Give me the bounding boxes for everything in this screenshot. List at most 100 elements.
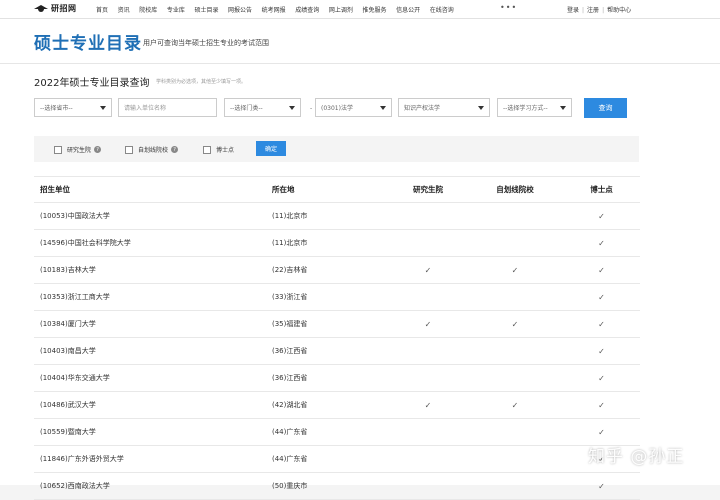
self-line-cell bbox=[485, 473, 545, 499]
nav-link-adjustment[interactable]: 网上调剂 bbox=[329, 5, 353, 14]
self-line-cell bbox=[485, 446, 545, 472]
page-header: 硕士专业目录 用户可查询当年硕士招生专业的考试范围 bbox=[0, 19, 720, 64]
search-button[interactable]: 查询 bbox=[584, 98, 627, 118]
nav-link-catalog[interactable]: 硕士目录 bbox=[194, 5, 218, 14]
table-row: (10403)南昌大学 (36)江西省 ✓ bbox=[34, 338, 640, 365]
category-select[interactable]: --选择门类-- bbox=[224, 98, 301, 117]
help-icon[interactable]: ? bbox=[171, 146, 179, 153]
chevron-down-icon bbox=[289, 105, 295, 110]
checkbox-box[interactable] bbox=[54, 145, 62, 154]
doctoral-checkbox[interactable]: 博士点 bbox=[203, 145, 234, 154]
checkbox-box[interactable] bbox=[125, 145, 133, 154]
chevron-down-icon bbox=[380, 105, 386, 110]
help-icon[interactable]: ? bbox=[94, 146, 102, 153]
graduate-school-cell bbox=[398, 419, 458, 445]
nav-link-recommendation[interactable]: 推免服务 bbox=[362, 5, 386, 14]
check-icon: ✓ bbox=[598, 346, 605, 356]
nav-link-majors[interactable]: 专业库 bbox=[167, 5, 185, 14]
site-logo[interactable]: 研招网 bbox=[34, 3, 77, 14]
confirm-button[interactable]: 确定 bbox=[256, 141, 286, 156]
main-content: 2022年硕士专业目录查询 学科类别为必选项，其他至少填写一项。 --选择省市-… bbox=[0, 64, 720, 500]
self-line-label: 自划线院校 bbox=[138, 147, 169, 154]
table-row: (10384)厦门大学 (35)福建省 ✓ ✓ ✓ bbox=[34, 311, 640, 338]
doctoral-cell: ✓ bbox=[579, 392, 624, 418]
query-hint: 学科类别为必选项，其他至少填写一项。 bbox=[156, 79, 247, 85]
self-line-cell bbox=[485, 338, 545, 364]
logo-text: 研招网 bbox=[51, 4, 77, 13]
location-cell: (50)重庆市 bbox=[272, 482, 308, 490]
graduate-school-cell bbox=[398, 473, 458, 499]
doctoral-cell: ✓ bbox=[579, 284, 624, 310]
more-icon[interactable]: ••• bbox=[500, 3, 517, 12]
location-cell: (22)吉林省 bbox=[272, 266, 308, 274]
doctoral-cell: ✓ bbox=[579, 365, 624, 391]
divider: | bbox=[602, 7, 605, 14]
filter-bar: 研究生院 ? 自划线院校 ? 博士点 确定 bbox=[34, 136, 639, 162]
graduate-school-cell bbox=[398, 365, 458, 391]
checkbox-box[interactable] bbox=[203, 145, 211, 154]
check-icon: ✓ bbox=[598, 292, 605, 302]
unit-link[interactable]: (10486)武汉大学 bbox=[40, 392, 96, 418]
unit-link[interactable]: (10652)西南政法大学 bbox=[40, 473, 110, 499]
graduate-school-cell bbox=[398, 338, 458, 364]
self-line-cell bbox=[485, 230, 545, 256]
unit-link[interactable]: (10183)吉林大学 bbox=[40, 257, 96, 283]
table-row: (10183)吉林大学 (22)吉林省 ✓ ✓ ✓ bbox=[34, 257, 640, 284]
unit-link[interactable]: (10403)南昌大学 bbox=[40, 338, 96, 364]
school-name-input[interactable]: 请输入单位名称 bbox=[118, 98, 217, 117]
nav-link-disclosure[interactable]: 信息公开 bbox=[396, 5, 420, 14]
check-icon: ✓ bbox=[424, 319, 432, 329]
self-line-cell: ✓ bbox=[485, 311, 545, 337]
unit-link[interactable]: (10384)厦门大学 bbox=[40, 311, 96, 337]
graduate-school-checkbox[interactable]: 研究生院 ? bbox=[54, 145, 102, 154]
unit-link[interactable]: (10404)华东交通大学 bbox=[40, 365, 110, 391]
user-links: 登录 | 注册 | 帮助中心 bbox=[567, 5, 631, 14]
unit-link[interactable]: (11846)广东外语外贸大学 bbox=[40, 446, 124, 472]
chevron-down-icon bbox=[478, 105, 484, 110]
nav-link-consult[interactable]: 在线咨询 bbox=[430, 5, 454, 14]
major-select-value: 知识产权法学 bbox=[404, 105, 441, 112]
check-icon: ✓ bbox=[511, 319, 519, 329]
self-line-cell: ✓ bbox=[485, 392, 545, 418]
table-row: (10353)浙江工商大学 (33)浙江省 ✓ bbox=[34, 284, 640, 311]
province-select[interactable]: --选择省市-- bbox=[34, 98, 112, 117]
study-mode-select-value: --选择学习方式-- bbox=[503, 105, 548, 112]
major-select[interactable]: 知识产权法学 bbox=[398, 98, 490, 117]
province-select-value: --选择省市-- bbox=[40, 105, 73, 112]
chevron-down-icon bbox=[100, 105, 106, 110]
graduate-school-cell bbox=[398, 203, 458, 229]
table-row: (10486)武汉大学 (42)湖北省 ✓ ✓ ✓ bbox=[34, 392, 640, 419]
check-icon: ✓ bbox=[598, 373, 605, 383]
unit-link[interactable]: (10353)浙江工商大学 bbox=[40, 284, 110, 310]
category-select-value: --选择门类-- bbox=[230, 105, 263, 112]
header-location: 所在地 bbox=[272, 185, 295, 194]
discipline-select[interactable]: (0301)法学 bbox=[315, 98, 392, 117]
unit-link[interactable]: (14596)中国社会科学院大学 bbox=[40, 230, 131, 256]
nav-link-home[interactable]: 首页 bbox=[96, 5, 108, 14]
nav-link-announcements[interactable]: 网报公告 bbox=[228, 5, 252, 14]
self-line-cell: ✓ bbox=[485, 257, 545, 283]
check-icon: ✓ bbox=[424, 265, 432, 275]
divider: | bbox=[582, 7, 585, 14]
nav-link-schools[interactable]: 院校库 bbox=[139, 5, 157, 14]
nav-link-exam-registration[interactable]: 统考网报 bbox=[262, 5, 286, 14]
self-line-cell bbox=[485, 284, 545, 310]
help-link[interactable]: 帮助中心 bbox=[607, 7, 631, 14]
doctoral-cell: ✓ bbox=[579, 311, 624, 337]
doctoral-label: 博士点 bbox=[216, 147, 235, 154]
nav-link-news[interactable]: 资讯 bbox=[118, 5, 130, 14]
location-cell: (11)北京市 bbox=[272, 239, 308, 247]
nav-link-scores[interactable]: 成绩查询 bbox=[295, 5, 319, 14]
check-icon: ✓ bbox=[424, 400, 432, 410]
doctoral-cell: ✓ bbox=[579, 203, 624, 229]
header-graduate-school: 研究生院 bbox=[413, 185, 443, 194]
unit-link[interactable]: (10053)中国政法大学 bbox=[40, 203, 110, 229]
check-icon: ✓ bbox=[511, 400, 519, 410]
unit-link[interactable]: (10559)暨南大学 bbox=[40, 419, 96, 445]
graduate-school-label: 研究生院 bbox=[67, 147, 92, 154]
school-name-placeholder: 请输入单位名称 bbox=[124, 105, 167, 112]
study-mode-select[interactable]: --选择学习方式-- bbox=[497, 98, 572, 117]
self-line-checkbox[interactable]: 自划线院校 ? bbox=[125, 145, 179, 154]
register-link[interactable]: 注册 bbox=[587, 7, 599, 14]
login-link[interactable]: 登录 bbox=[567, 7, 579, 14]
